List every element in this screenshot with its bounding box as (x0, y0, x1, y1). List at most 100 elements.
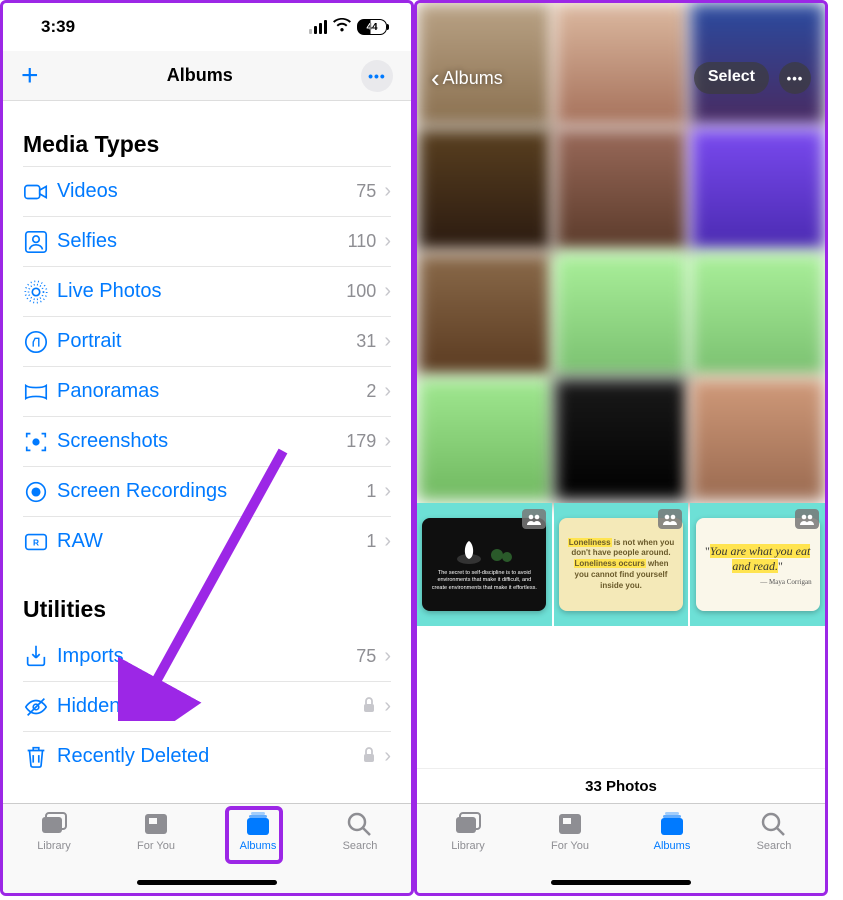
row-live-photos[interactable]: Live Photos 100 › (23, 266, 391, 316)
photo-grid[interactable]: The secret to self-discipline is to avoi… (417, 3, 825, 768)
more-button[interactable]: ••• (779, 62, 811, 94)
imports-icon (23, 643, 57, 669)
chevron-right-icon: › (384, 745, 391, 768)
section-header: Utilities (23, 596, 391, 623)
selfie-icon (23, 229, 57, 255)
live-photos-icon (23, 279, 57, 305)
photo-thumb[interactable] (690, 128, 825, 251)
chevron-right-icon: › (384, 330, 391, 353)
row-portrait[interactable]: Portrait 31 › (23, 316, 391, 366)
row-label: Portrait (57, 330, 356, 353)
content-scroll[interactable]: Media Types Videos 75 › Selfies 110 › Li… (3, 101, 411, 803)
video-icon (23, 179, 57, 205)
photo-thumb[interactable] (417, 253, 552, 376)
chevron-left-icon: ‹ (431, 65, 440, 91)
photo-thumb[interactable]: Loneliness is not when you don't have pe… (554, 503, 689, 626)
photo-count: 33 Photos (585, 778, 657, 795)
row-raw[interactable]: R RAW 1 › (23, 516, 391, 566)
row-label: Recently Deleted (57, 745, 362, 768)
row-imports[interactable]: Imports 75 › (23, 631, 391, 681)
tab-search[interactable]: Search (723, 810, 825, 893)
album-footer: 33 Photos (417, 768, 825, 803)
row-panoramas[interactable]: Panoramas 2 › (23, 366, 391, 416)
raw-icon: R (23, 529, 57, 555)
chevron-right-icon: › (384, 695, 391, 718)
row-count: 100 (346, 281, 376, 302)
panorama-icon (23, 379, 57, 405)
photo-thumb[interactable] (417, 378, 552, 501)
photo-thumb[interactable] (690, 253, 825, 376)
row-recently-deleted[interactable]: Recently Deleted › (23, 731, 391, 781)
row-count: 75 (356, 181, 376, 202)
section-header: Media Types (23, 131, 391, 158)
row-count: 75 (356, 646, 376, 667)
row-label: Screenshots (57, 430, 346, 453)
more-button[interactable]: ••• (361, 60, 393, 92)
right-screenshot: The secret to self-discipline is to avoi… (414, 0, 828, 896)
tab-label: Search (757, 840, 792, 852)
photo-thumb[interactable] (690, 378, 825, 501)
row-count: 31 (356, 331, 376, 352)
section-media-types: Media Types Videos 75 › Selfies 110 › Li… (23, 131, 391, 566)
photo-thumb[interactable] (554, 253, 689, 376)
quote-card: Loneliness is not when you don't have pe… (559, 518, 683, 611)
photo-thumb[interactable] (554, 128, 689, 251)
row-count: 179 (346, 431, 376, 452)
svg-text:R: R (33, 537, 39, 547)
photo-thumb[interactable] (554, 378, 689, 501)
tab-label: For You (551, 840, 589, 852)
photo-thumb[interactable] (417, 128, 552, 251)
quote-card: "You are what you eat and read." — Maya … (696, 518, 820, 611)
screenshot-icon (23, 429, 57, 455)
shared-icon (522, 509, 546, 529)
tab-label: Library (451, 840, 485, 852)
row-hidden[interactable]: Hidden › (23, 681, 391, 731)
home-indicator[interactable] (551, 880, 691, 885)
back-button[interactable]: ‹ Albums (431, 65, 503, 91)
row-videos[interactable]: Videos 75 › (23, 166, 391, 216)
quote-text: "You are what you eat and read." (704, 544, 812, 574)
nav-bar: + Albums ••• (3, 51, 411, 101)
photo-thumb[interactable]: The secret to self-discipline is to avoi… (417, 503, 552, 626)
portrait-icon (23, 329, 57, 355)
hidden-icon (23, 694, 57, 720)
row-label: RAW (57, 530, 366, 553)
quote-text: Loneliness is not when you don't have pe… (567, 538, 675, 592)
status-time: 3:39 (41, 17, 75, 37)
tab-label: Albums (240, 840, 277, 852)
row-label: Imports (57, 645, 356, 668)
recording-icon (23, 479, 57, 505)
status-indicators: 44 (309, 18, 387, 37)
row-label: Selfies (57, 230, 348, 253)
row-label: Panoramas (57, 380, 366, 403)
chevron-right-icon: › (384, 530, 391, 553)
row-label: Hidden (57, 695, 362, 718)
tab-library[interactable]: Library (3, 810, 105, 893)
tab-search[interactable]: Search (309, 810, 411, 893)
chevron-right-icon: › (384, 480, 391, 503)
tab-bar: Library For You Albums Search (417, 803, 825, 893)
photo-thumb[interactable]: "You are what you eat and read." — Maya … (690, 503, 825, 626)
back-label: Albums (443, 68, 503, 89)
chevron-right-icon: › (384, 230, 391, 253)
tab-library[interactable]: Library (417, 810, 519, 893)
row-count: 110 (348, 231, 377, 252)
row-count: 1 (366, 481, 376, 502)
wifi-icon (333, 18, 351, 37)
row-selfies[interactable]: Selfies 110 › (23, 216, 391, 266)
quote-card: The secret to self-discipline is to avoi… (422, 518, 546, 611)
tab-label: For You (137, 840, 175, 852)
row-screen-recordings[interactable]: Screen Recordings 1 › (23, 466, 391, 516)
add-button[interactable]: + (21, 59, 39, 93)
row-screenshots[interactable]: Screenshots 179 › (23, 416, 391, 466)
chevron-right-icon: › (384, 180, 391, 203)
chevron-right-icon: › (384, 380, 391, 403)
chevron-right-icon: › (384, 430, 391, 453)
tab-label: Library (37, 840, 71, 852)
row-label: Screen Recordings (57, 480, 366, 503)
home-indicator[interactable] (137, 880, 277, 885)
select-button[interactable]: Select (694, 62, 769, 94)
album-header: ‹ Albums Select ••• (417, 53, 825, 103)
row-label: Live Photos (57, 280, 346, 303)
nav-title: Albums (167, 65, 233, 86)
